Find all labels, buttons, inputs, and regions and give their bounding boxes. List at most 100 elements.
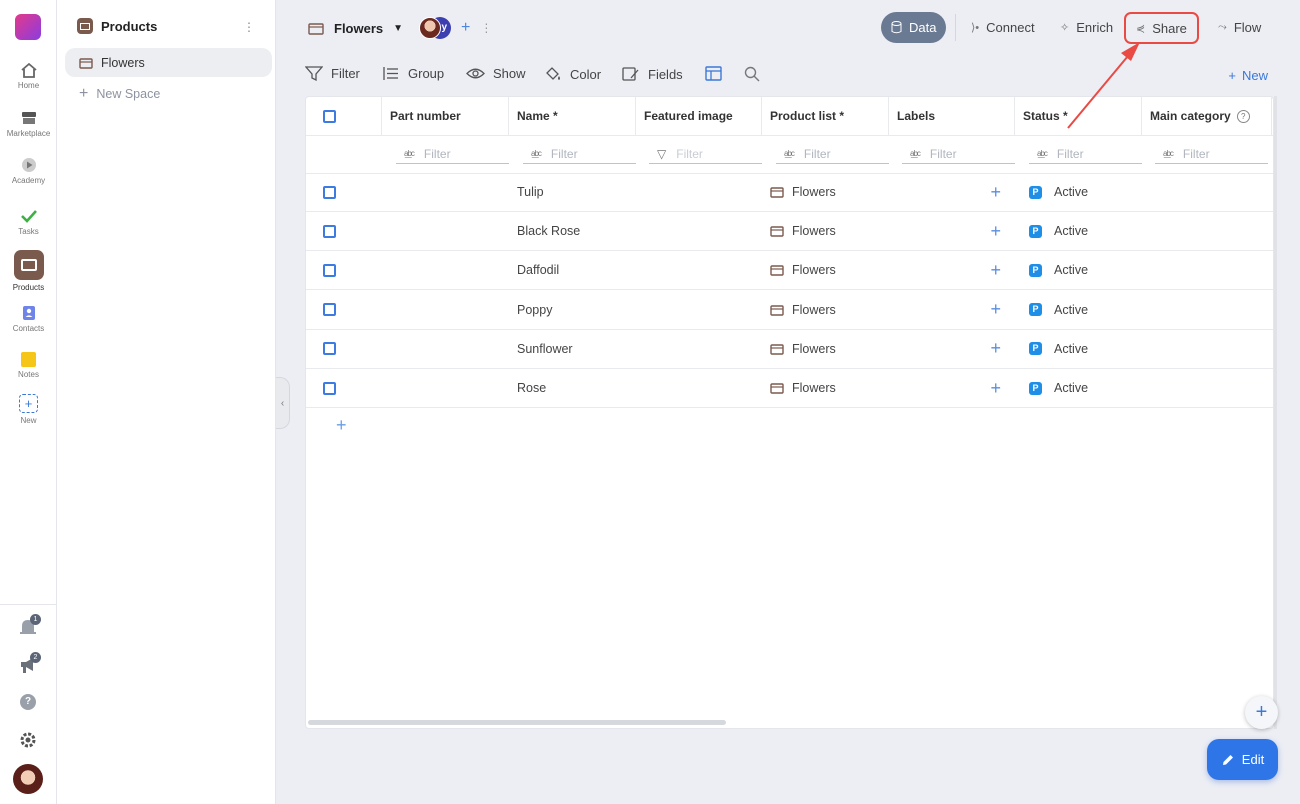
cell-status[interactable]: P Active (1015, 251, 1142, 289)
row-checkbox[interactable] (323, 224, 336, 238)
cell-main-category[interactable] (1142, 330, 1272, 368)
filter-main-category[interactable]: a͟bc Filter (1147, 135, 1268, 173)
cell-status[interactable]: P Active (1015, 291, 1142, 329)
column-header-labels[interactable]: Labels (889, 97, 1015, 135)
flow-tab[interactable]: ⤳ Flow (1208, 12, 1271, 43)
cell-product-list[interactable]: Flowers (762, 212, 889, 250)
cell-product-list[interactable]: Flowers (762, 369, 889, 407)
table-row[interactable]: Rose Flowers + P Active (306, 369, 1273, 408)
rail-item-home[interactable]: Home (0, 62, 57, 90)
column-header-main-category[interactable]: Main category ? (1142, 97, 1272, 135)
add-collaborator-icon[interactable]: + (461, 19, 470, 37)
add-label-icon[interactable]: + (990, 221, 1001, 242)
add-row-button[interactable]: + (336, 415, 347, 436)
page-title[interactable]: Flowers (334, 21, 383, 36)
cell-status[interactable]: P Active (1015, 173, 1142, 211)
new-space-button[interactable]: + New Space (79, 85, 160, 103)
column-header-featured-image[interactable]: Featured image (636, 97, 762, 135)
column-header-part-number[interactable]: Part number (382, 97, 509, 135)
rail-item-new[interactable]: + New (0, 394, 57, 425)
table-row[interactable]: Daffodil Flowers + P Active (306, 251, 1273, 291)
cell-status[interactable]: P Active (1015, 212, 1142, 250)
cell-name[interactable]: Poppy (509, 291, 636, 329)
cell-name[interactable]: Sunflower (509, 330, 636, 368)
rail-item-academy[interactable]: Academy (0, 157, 57, 185)
filter-labels[interactable]: a͟bc Filter (894, 135, 1015, 173)
filter-button[interactable]: Filter (305, 66, 360, 81)
cell-featured-image[interactable] (636, 369, 762, 407)
add-label-icon[interactable]: + (990, 299, 1001, 320)
table-row[interactable]: Sunflower Flowers + P Active (306, 330, 1273, 369)
cell-main-category[interactable] (1142, 291, 1272, 329)
add-label-icon[interactable]: + (990, 260, 1001, 281)
table-row[interactable]: Tulip Flowers + P Active (306, 173, 1273, 212)
cell-featured-image[interactable] (636, 330, 762, 368)
cell-featured-image[interactable] (636, 251, 762, 289)
cell-labels[interactable]: + (889, 173, 1015, 211)
rail-item-notes[interactable]: Notes (0, 352, 57, 379)
filter-product-list[interactable]: a͟bc Filter (768, 135, 889, 173)
add-label-icon[interactable]: + (990, 338, 1001, 359)
row-checkbox[interactable] (323, 303, 336, 317)
vertical-scrollbar[interactable] (1274, 96, 1277, 729)
column-header-product-list[interactable]: Product list * (762, 97, 889, 135)
kebab-menu-icon[interactable]: ⋮ (480, 21, 492, 35)
add-label-icon[interactable]: + (990, 182, 1001, 203)
enrich-tab[interactable]: ✧ Enrich (1050, 12, 1123, 43)
cell-main-category[interactable] (1142, 251, 1272, 289)
edit-button[interactable]: Edit (1207, 739, 1278, 780)
share-tab[interactable]: ⋞ Share (1124, 12, 1199, 44)
connect-tab[interactable]: ⟩• Connect (961, 12, 1045, 43)
search-button[interactable] (744, 66, 760, 82)
row-checkbox[interactable] (323, 342, 336, 356)
cell-status[interactable]: P Active (1015, 369, 1142, 407)
cell-featured-image[interactable] (636, 291, 762, 329)
cell-labels[interactable]: + (889, 212, 1015, 250)
fields-button[interactable]: Fields (622, 66, 683, 82)
rail-item-contacts[interactable]: Contacts (0, 305, 57, 333)
cell-part-number[interactable] (382, 251, 509, 289)
cell-main-category[interactable] (1142, 173, 1272, 211)
column-header-status[interactable]: Status * (1015, 97, 1142, 135)
cell-name[interactable]: Tulip (509, 173, 636, 211)
color-button[interactable]: Color (544, 66, 601, 82)
help-icon[interactable]: ? (20, 694, 36, 710)
cell-name[interactable]: Daffodil (509, 251, 636, 289)
group-button[interactable]: Group (382, 66, 444, 81)
kebab-menu-icon[interactable]: ⋮ (243, 20, 255, 34)
cell-status[interactable]: P Active (1015, 330, 1142, 368)
info-icon[interactable]: ? (1236, 109, 1250, 123)
rail-item-tasks[interactable]: Tasks (0, 208, 57, 236)
row-checkbox[interactable] (323, 185, 336, 199)
settings-button[interactable] (19, 731, 37, 754)
add-label-icon[interactable]: + (990, 378, 1001, 399)
cell-featured-image[interactable] (636, 173, 762, 211)
cell-product-list[interactable]: Flowers (762, 173, 889, 211)
user-avatar[interactable] (13, 764, 43, 794)
cell-product-list[interactable]: Flowers (762, 251, 889, 289)
rail-item-products[interactable]: Products (0, 250, 57, 292)
filter-part-number[interactable]: a͟bc Filter (388, 135, 509, 173)
add-floating-button[interactable]: + (1245, 696, 1278, 729)
space-item-flowers[interactable]: Flowers (65, 48, 272, 77)
cell-part-number[interactable] (382, 369, 509, 407)
filter-name[interactable]: a͟bc Filter (515, 135, 636, 173)
table-row[interactable]: Poppy Flowers + P Active (306, 291, 1273, 330)
row-checkbox[interactable] (323, 263, 336, 277)
data-tab[interactable]: Data (881, 12, 947, 43)
app-logo-icon[interactable] (15, 14, 41, 40)
filter-status[interactable]: a͟bc Filter (1021, 135, 1142, 173)
cell-product-list[interactable]: Flowers (762, 330, 889, 368)
announcements-button[interactable]: 2 (19, 652, 41, 680)
cell-part-number[interactable] (382, 212, 509, 250)
filter-featured-image[interactable]: ▽ Filter (641, 135, 762, 173)
table-row[interactable]: Black Rose Flowers + P Active (306, 212, 1273, 252)
cell-labels[interactable]: + (889, 291, 1015, 329)
cell-labels[interactable]: + (889, 369, 1015, 407)
cell-main-category[interactable] (1142, 369, 1272, 407)
cell-labels[interactable]: + (889, 330, 1015, 368)
layout-button[interactable] (705, 66, 722, 81)
cell-part-number[interactable] (382, 291, 509, 329)
collaborators[interactable]: y (419, 17, 452, 39)
select-all-checkbox[interactable] (323, 109, 336, 123)
